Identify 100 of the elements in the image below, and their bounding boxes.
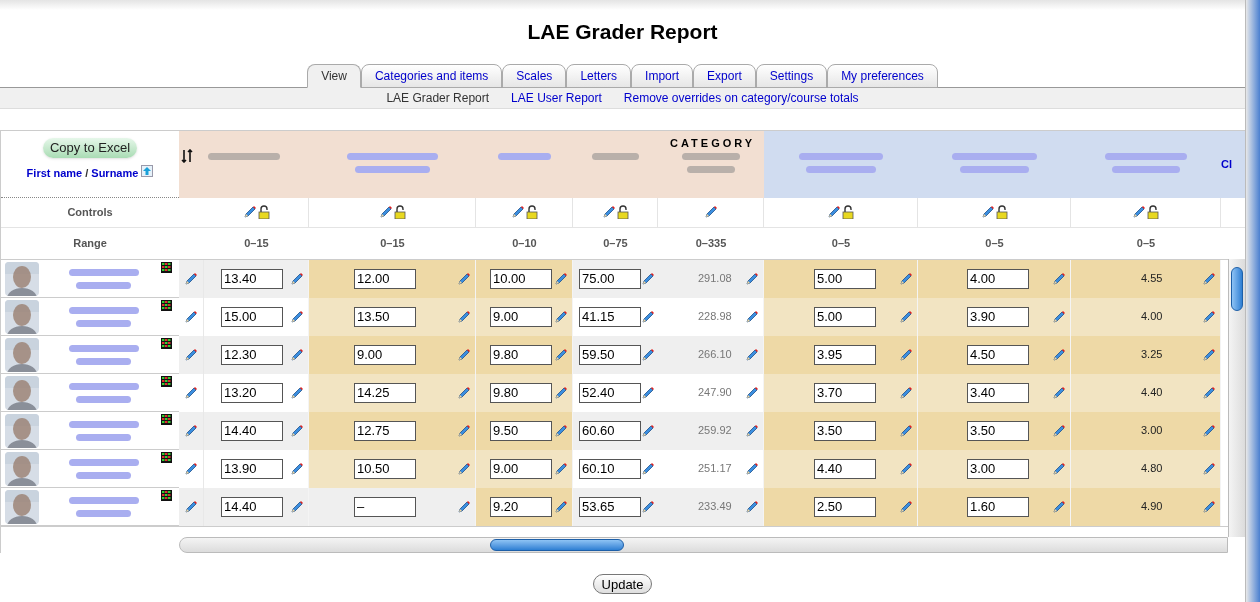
pencil-icon[interactable] — [641, 499, 655, 514]
grade-field[interactable]: 2.50 — [814, 496, 876, 517]
pencil-icon[interactable] — [290, 347, 304, 362]
grid-icon[interactable] — [161, 451, 172, 463]
padlock-icon[interactable] — [842, 205, 854, 219]
pencil-icon[interactable] — [1202, 499, 1216, 514]
pencil-icon[interactable] — [457, 271, 471, 286]
padlock-icon[interactable] — [616, 205, 629, 219]
grade-field[interactable]: 9.50 — [490, 420, 552, 441]
grade-field[interactable]: 13.40 — [221, 268, 283, 289]
pencil-icon[interactable] — [641, 271, 655, 286]
pencil-icon[interactable] — [1052, 347, 1066, 362]
grade-field[interactable]: 3.70 — [814, 382, 876, 403]
tab[interactable]: My preferences — [827, 63, 938, 88]
grade-field[interactable]: 9.00 — [354, 344, 416, 365]
pencil-icon[interactable] — [1202, 347, 1216, 362]
pencil-icon[interactable] — [641, 423, 655, 438]
grade-field[interactable]: 12.00 — [354, 268, 416, 289]
tab[interactable]: Settings — [755, 63, 828, 88]
grade-field[interactable]: 9.80 — [490, 382, 552, 403]
pencil-icon[interactable] — [457, 423, 471, 438]
report-link[interactable]: LAE Grader Report — [386, 88, 490, 107]
grade-field[interactable]: 14.40 — [221, 496, 283, 517]
grade-field[interactable]: 15.00 — [221, 306, 283, 327]
surname-link[interactable]: Surname — [91, 164, 139, 181]
grid-icon[interactable] — [161, 261, 172, 273]
padlock-icon[interactable] — [257, 205, 270, 219]
move-arrows-icon[interactable] — [181, 148, 193, 163]
pencil-icon[interactable] — [899, 423, 913, 438]
pencil-icon[interactable] — [899, 499, 913, 514]
pencil-icon[interactable] — [457, 499, 471, 514]
report-link[interactable]: Remove overrides on category/course totals — [623, 88, 859, 107]
pencil-icon[interactable] — [745, 423, 759, 438]
pencil-icon[interactable] — [290, 499, 304, 514]
pencil-icon[interactable] — [1202, 309, 1216, 324]
grade-field[interactable]: 4.40 — [814, 458, 876, 479]
pencil-icon[interactable] — [641, 461, 655, 476]
grade-field[interactable]: 12.75 — [354, 420, 416, 441]
pencil-icon[interactable] — [290, 309, 304, 324]
grade-field[interactable]: 3.95 — [814, 344, 876, 365]
grid-icon[interactable] — [161, 375, 172, 387]
grade-field[interactable]: 9.20 — [490, 496, 552, 517]
pencil-icon[interactable] — [745, 347, 759, 362]
pencil-icon[interactable] — [290, 385, 304, 400]
page-scrollbar[interactable] — [1245, 0, 1260, 602]
pencil-icon[interactable] — [1052, 499, 1066, 514]
tab[interactable]: View — [307, 63, 361, 88]
pencil-icon[interactable] — [510, 205, 525, 219]
pencil-icon[interactable] — [641, 347, 655, 362]
pencil-icon[interactable] — [899, 385, 913, 400]
grid-icon[interactable] — [161, 299, 172, 311]
pencil-icon[interactable] — [1202, 461, 1216, 476]
pencil-icon[interactable] — [554, 309, 568, 324]
grade-field[interactable]: 59.50 — [579, 344, 641, 365]
pencil-icon[interactable] — [1052, 309, 1066, 324]
grade-field[interactable]: 3.90 — [967, 306, 1029, 327]
pencil-icon[interactable] — [745, 499, 759, 514]
pencil-icon[interactable] — [1202, 271, 1216, 286]
grade-field[interactable]: 4.00 — [967, 268, 1029, 289]
pencil-icon[interactable] — [899, 347, 913, 362]
pencil-icon[interactable] — [242, 205, 257, 219]
pencil-icon[interactable] — [827, 205, 841, 219]
pencil-icon[interactable] — [378, 205, 393, 219]
grade-field[interactable]: 12.30 — [221, 344, 283, 365]
grade-field[interactable]: 10.50 — [354, 458, 416, 479]
pencil-icon[interactable] — [554, 385, 568, 400]
pencil-icon[interactable] — [184, 499, 198, 514]
grade-field[interactable]: 14.40 — [221, 420, 283, 441]
pencil-icon[interactable] — [745, 461, 759, 476]
grade-field[interactable]: 53.65 — [579, 496, 641, 517]
pencil-icon[interactable] — [1052, 461, 1066, 476]
grade-field[interactable]: 3.50 — [967, 420, 1029, 441]
report-link[interactable]: LAE User Report — [511, 88, 602, 107]
pencil-icon[interactable] — [184, 423, 198, 438]
pencil-icon[interactable] — [457, 309, 471, 324]
first-name-link[interactable]: First name — [26, 164, 83, 181]
pencil-icon[interactable] — [980, 205, 995, 219]
pencil-icon[interactable] — [554, 499, 568, 514]
pencil-icon[interactable] — [1202, 423, 1216, 438]
update-button[interactable]: Update — [592, 573, 653, 594]
pencil-icon[interactable] — [899, 309, 913, 324]
pencil-icon[interactable] — [899, 461, 913, 476]
grade-field[interactable]: 1.60 — [967, 496, 1029, 517]
pencil-icon[interactable] — [554, 423, 568, 438]
pencil-icon[interactable] — [554, 347, 568, 362]
copy-to-excel-button[interactable]: Copy to Excel — [42, 137, 138, 158]
grade-field[interactable]: 13.50 — [354, 306, 416, 327]
grade-field[interactable]: 10.00 — [490, 268, 552, 289]
pencil-icon[interactable] — [554, 271, 568, 286]
pencil-icon[interactable] — [1202, 385, 1216, 400]
tab[interactable]: Letters — [566, 63, 632, 88]
pencil-icon[interactable] — [184, 461, 198, 476]
pencil-icon[interactable] — [290, 461, 304, 476]
pencil-icon[interactable] — [1052, 385, 1066, 400]
tab[interactable]: Export — [693, 63, 756, 88]
pencil-icon[interactable] — [1132, 205, 1146, 219]
padlock-icon[interactable] — [393, 205, 406, 219]
pencil-icon[interactable] — [1052, 271, 1066, 286]
grade-field[interactable]: 3.40 — [967, 382, 1029, 403]
pencil-icon[interactable] — [290, 271, 304, 286]
